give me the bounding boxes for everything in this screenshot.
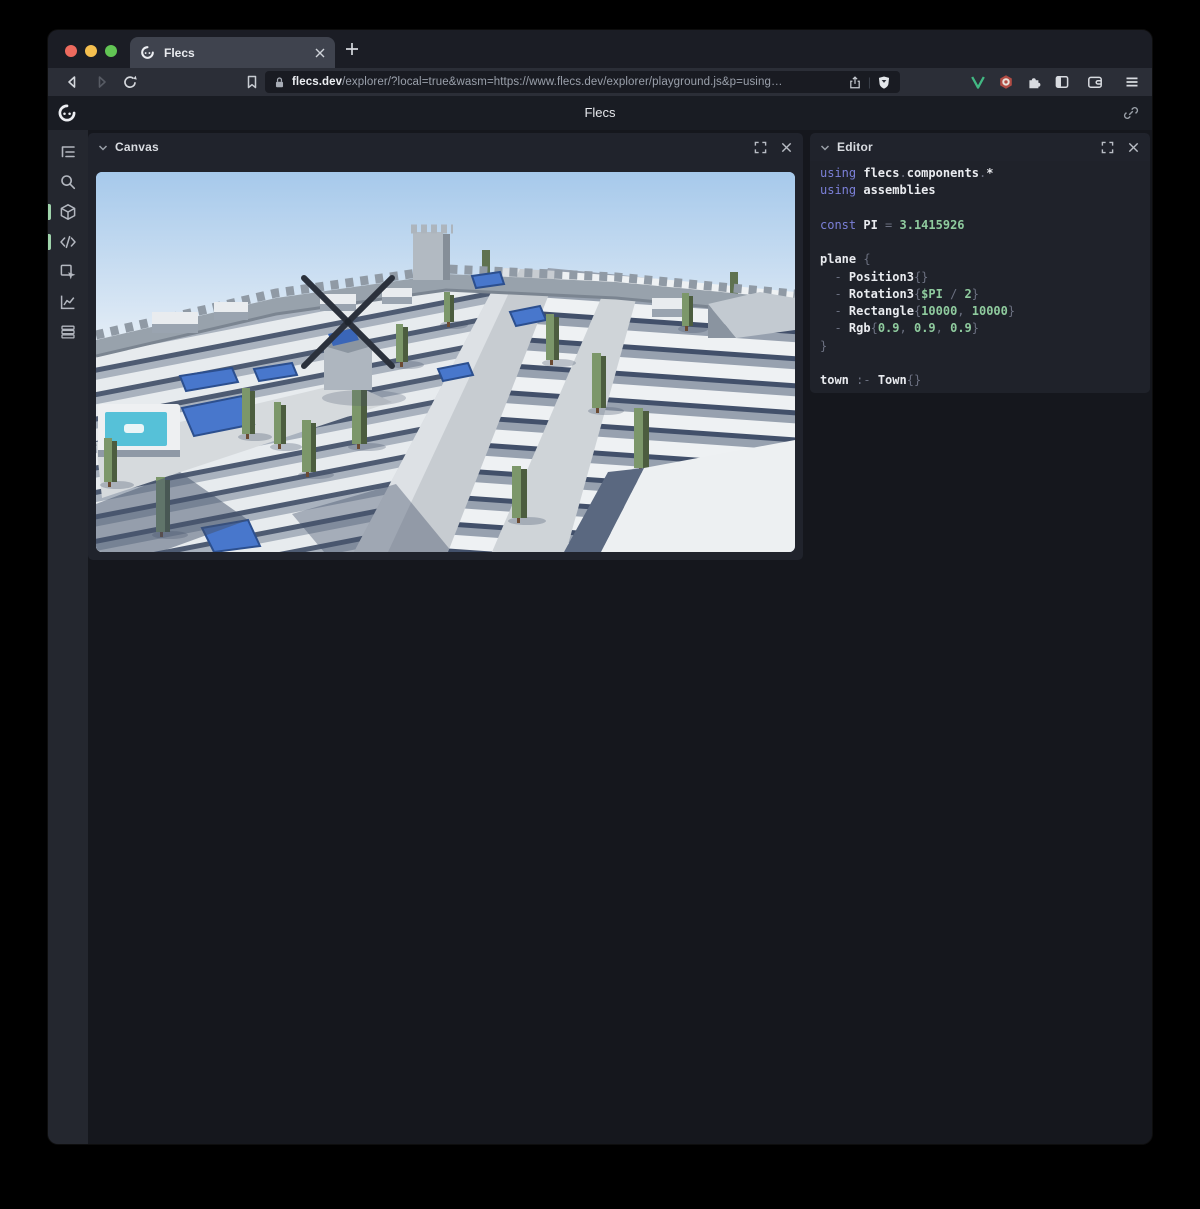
- urlbar-separator: |: [868, 75, 871, 89]
- tab-title: Flecs: [164, 46, 315, 60]
- canvas-3d-scene: [96, 172, 795, 552]
- url-text: flecs.dev/explorer/?local=true&wasm=http…: [292, 76, 848, 88]
- traffic-close[interactable]: [65, 45, 77, 57]
- window-controls: [65, 45, 117, 57]
- fullscreen-icon[interactable]: [754, 141, 767, 154]
- active-indicator: [48, 234, 51, 250]
- editor-code[interactable]: using flecs.components.*using assemblies…: [820, 165, 1150, 389]
- explorer-content: Canvas: [48, 130, 1152, 1144]
- chevron-down-icon[interactable]: [98, 143, 108, 152]
- search-icon[interactable]: [59, 173, 77, 191]
- navigation-toolbar: flecs.dev/explorer/?local=true&wasm=http…: [48, 68, 1152, 96]
- close-icon[interactable]: [780, 141, 793, 154]
- tab-favicon-flecs-logo-icon: [140, 45, 155, 60]
- share-link-icon[interactable]: [1123, 105, 1139, 121]
- table-icon[interactable]: [59, 323, 77, 341]
- tab-bar: Flecs: [48, 30, 1152, 68]
- canvas-panel-title: Canvas: [115, 140, 741, 154]
- close-icon[interactable]: [1127, 141, 1140, 154]
- page-title: Flecs: [48, 96, 1152, 130]
- active-indicator: [48, 204, 51, 220]
- extensions-puzzle-icon[interactable]: [1026, 74, 1042, 90]
- traffic-minimize[interactable]: [85, 45, 97, 57]
- wallet-icon[interactable]: [1087, 74, 1103, 90]
- url-path: /explorer/?local=true&wasm=https://www.f…: [342, 76, 782, 88]
- menu-hamburger-icon[interactable]: [1124, 74, 1140, 90]
- app-header: Flecs: [48, 96, 1152, 130]
- url-bar[interactable]: flecs.dev/explorer/?local=true&wasm=http…: [265, 71, 900, 93]
- editor-panel: Editor using flecs.components.*using ass…: [810, 133, 1150, 393]
- canvas-3d-viewport[interactable]: [96, 172, 795, 552]
- shield-icon[interactable]: [877, 75, 891, 90]
- editor-panel-title: Editor: [837, 140, 1088, 154]
- url-domain: flecs.dev: [292, 76, 342, 88]
- browser-window: Flecs flecs.dev/explorer/?: [48, 30, 1152, 1144]
- inspector-icon[interactable]: [59, 263, 77, 281]
- chevron-down-icon[interactable]: [820, 143, 830, 152]
- extension-vue-icon[interactable]: [970, 74, 986, 90]
- chart-icon[interactable]: [59, 293, 77, 311]
- sidebar: [48, 130, 88, 1144]
- bookmark-icon[interactable]: [244, 74, 260, 90]
- fullscreen-icon[interactable]: [1101, 141, 1114, 154]
- share-icon[interactable]: [848, 75, 862, 90]
- reload-button[interactable]: [122, 74, 138, 90]
- lock-icon: [274, 76, 285, 89]
- cube-icon[interactable]: [59, 203, 77, 221]
- code-icon[interactable]: [59, 233, 77, 251]
- code-editor[interactable]: using flecs.components.*using assemblies…: [810, 161, 1150, 393]
- canvas-panel-header[interactable]: Canvas: [88, 133, 803, 161]
- flecs-logo-icon[interactable]: [57, 103, 77, 123]
- back-button[interactable]: [64, 74, 80, 90]
- editor-panel-header[interactable]: Editor: [810, 133, 1150, 161]
- sidebar-toggle-icon[interactable]: [1054, 74, 1070, 90]
- canvas-panel: Canvas: [88, 133, 803, 560]
- forward-button[interactable]: [94, 74, 110, 90]
- tree-icon[interactable]: [59, 143, 77, 161]
- extension-hexagon-icon[interactable]: [998, 74, 1014, 90]
- tab-close-icon[interactable]: [315, 48, 325, 58]
- browser-tab[interactable]: Flecs: [130, 37, 335, 68]
- new-tab-button[interactable]: [344, 41, 360, 57]
- traffic-zoom[interactable]: [105, 45, 117, 57]
